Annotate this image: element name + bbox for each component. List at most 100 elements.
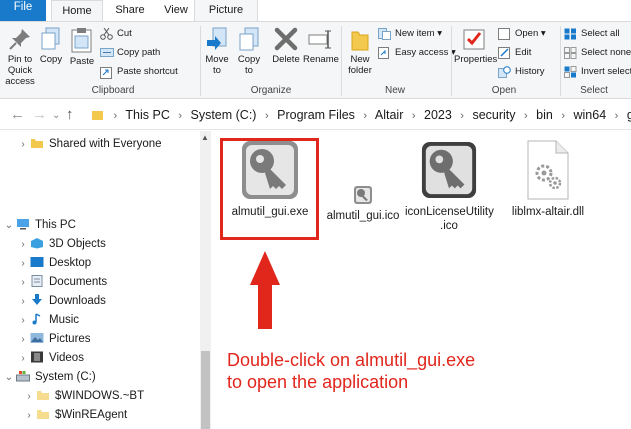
expand-chevron-icon[interactable]: › [16,254,30,274]
scissors-icon [100,28,113,40]
delete-button[interactable]: Delete [271,26,301,65]
new-item-button[interactable]: New item ▾ [378,26,442,42]
tree-item-downloads[interactable]: › Downloads [16,291,106,311]
breadcrumb-item-2023[interactable]: 2023 [424,108,452,122]
tab-picture-tools[interactable]: Picture Tools [194,0,258,37]
documents-icon [31,275,43,287]
breadcrumb-item-this-pc[interactable]: This PC [125,108,169,122]
expand-chevron-icon[interactable]: › [22,406,36,426]
copy-icon [41,27,60,50]
ribbon-separator [560,26,561,96]
chevron-right-icon: › [614,110,619,122]
breadcrumb-item-security[interactable]: security [472,108,515,122]
breadcrumb-item-gui[interactable]: gui [627,108,631,122]
collapse-chevron-icon[interactable]: ⌄ [2,216,16,236]
breadcrumb-item-program-files[interactable]: Program Files [277,108,355,122]
paste-shortcut-button[interactable]: Paste shortcut [100,64,178,80]
cut-label: Cut [117,28,132,39]
copy-to-icon [239,27,259,51]
paste-button[interactable]: Paste [68,26,96,67]
expand-chevron-icon[interactable]: › [16,235,30,255]
tree-item-desktop[interactable]: › Desktop [16,253,91,273]
copy-button[interactable]: Copy [38,26,64,65]
expand-chevron-icon[interactable]: › [16,330,30,350]
navigation-pane-scrollbar[interactable]: ▲ [200,131,211,429]
tree-item-pictures[interactable]: › Pictures [16,329,91,349]
move-to-icon [207,27,227,50]
open-label: Open [515,28,539,39]
open-button[interactable]: Open ▾ [498,26,546,42]
copy-path-icon [100,48,114,57]
tree-item-3d-objects[interactable]: › 3D Objects [16,234,106,254]
scrollbar-thumb[interactable] [201,351,210,429]
copy-to-label: Copy to [237,54,261,76]
edit-button[interactable]: Edit [498,45,531,61]
select-none-button[interactable]: Select none [564,45,631,61]
paste-shortcut-icon [100,67,112,79]
file-name: almutil_gui.ico [326,210,400,222]
invert-selection-icon [564,66,577,78]
tree-item-windows-bt[interactable]: › $WINDOWS.~BT [22,386,144,406]
expand-chevron-icon[interactable]: › [22,387,36,407]
file-item-almutil-gui-ico[interactable]: almutil_gui.ico [323,185,403,223]
tree-item-music[interactable]: › Music [16,310,79,330]
recent-locations-chevron-icon[interactable]: ⌄ [52,110,60,121]
tab-file[interactable]: File [0,0,46,21]
file-list: almutil_gui.exe almutil_gui.ico iconLice… [211,131,631,429]
file-item-liblmx-altair-dll[interactable]: liblmx-altair.dll [501,139,595,219]
tree-item-system-c[interactable]: ⌄ System (C:) [2,367,96,387]
tree-item-shared-with-everyone[interactable]: › Shared with Everyone [16,134,161,155]
properties-check-icon [463,29,485,50]
breadcrumb-item-bin[interactable]: bin [536,108,553,122]
file-item-iconlicenseutility-ico[interactable]: iconLicenseUtility .ico [405,139,494,233]
expand-chevron-icon[interactable]: › [16,273,30,293]
copy-path-button[interactable]: Copy path [100,45,160,61]
breadcrumb-item-altair[interactable]: Altair [375,108,403,122]
cut-button[interactable]: Cut [100,26,132,42]
expand-chevron-icon[interactable]: › [16,349,30,369]
properties-button[interactable]: Properties [454,26,498,65]
easy-access-button[interactable]: Easy access ▾ [378,45,456,61]
expand-chevron-icon[interactable]: › [16,311,30,331]
copy-to-button[interactable]: Copy to [236,26,262,76]
pin-to-quick-access-button[interactable]: Pin to Quick access [2,26,38,87]
chevron-right-icon: › [264,110,269,122]
annotation-callout: Double-click on almutil_gui.exe to open … [227,349,475,393]
annotation-arrow-shaft [258,283,272,329]
invert-selection-button[interactable]: Invert selection [564,64,631,80]
new-folder-button[interactable]: New folder [345,26,375,76]
tab-share[interactable]: Share [108,0,152,21]
properties-label: Properties [454,54,498,65]
breadcrumb-item-win64[interactable]: win64 [574,108,607,122]
invert-selection-label: Invert selection [581,66,631,77]
expand-chevron-icon[interactable]: › [16,292,30,312]
select-all-button[interactable]: Select all [564,26,620,42]
delete-label: Delete [272,54,300,65]
tree-item-winreagent[interactable]: › $WinREAgent [22,405,127,425]
copy-label: Copy [39,54,63,65]
breadcrumb-item-system-c[interactable]: System (C:) [191,108,257,122]
expand-chevron-icon[interactable]: › [16,135,30,155]
move-to-button[interactable]: Move to [204,26,230,76]
rename-button[interactable]: Rename [303,26,339,65]
tree-item-this-pc[interactable]: ⌄ This PC [2,215,76,235]
select-all-icon [564,28,576,40]
back-arrow-icon[interactable]: ← [10,106,25,123]
history-button[interactable]: History [498,64,545,80]
new-folder-label: New folder [348,54,372,76]
folder-path-icon [92,111,103,120]
forward-arrow-icon[interactable]: → [32,106,47,123]
collapse-chevron-icon[interactable]: ⌄ [2,368,16,388]
downloads-icon [32,294,42,305]
up-arrow-icon[interactable]: ↑ [66,106,74,123]
file-name: iconLicenseUtility .ico [405,206,494,232]
tab-view[interactable]: View [155,0,197,21]
tab-home[interactable]: Home [51,0,103,22]
tree-item-videos[interactable]: › Videos [16,348,84,368]
tree-item-documents[interactable]: › Documents [16,272,107,292]
pin-to-quick-access-label: Pin to Quick access [5,54,35,87]
folder-icon [37,391,49,400]
organize-group-label: Organize [250,85,292,96]
scroll-up-icon[interactable]: ▲ [201,133,209,142]
key-icon [354,186,372,204]
